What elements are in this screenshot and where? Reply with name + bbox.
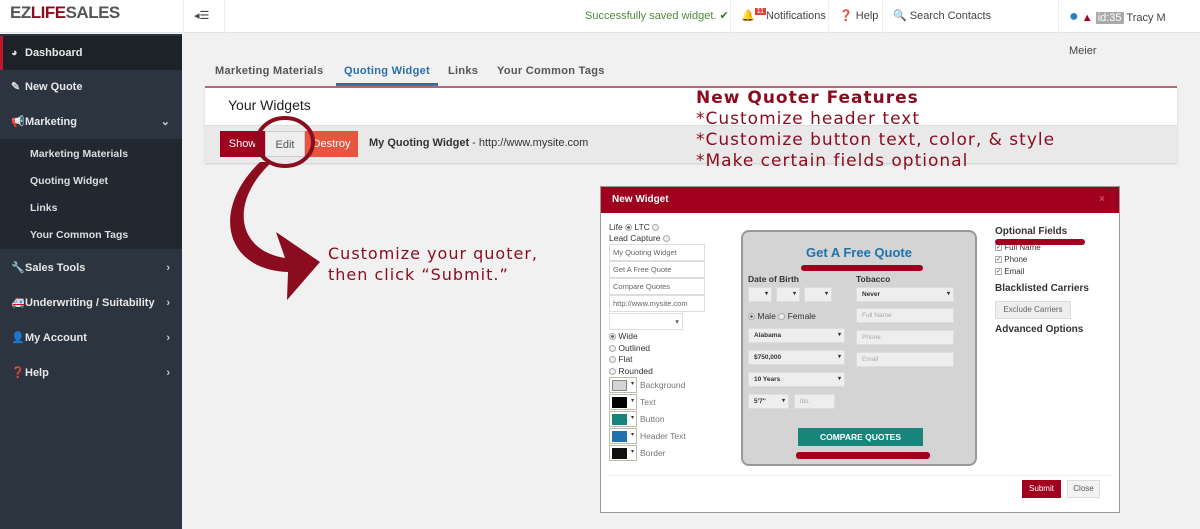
email-input[interactable]: Email <box>856 352 954 367</box>
style-flat[interactable]: Flat <box>609 354 633 364</box>
modal-header: New Widget × <box>601 187 1119 213</box>
dob-day-select[interactable]: ▾ <box>776 287 800 302</box>
phone-input[interactable]: Phone <box>856 330 954 345</box>
style-rounded[interactable]: Rounded <box>609 366 653 376</box>
underline-mark <box>801 265 923 271</box>
preview-title: Get A Free Quote <box>806 245 912 260</box>
height-select[interactable]: 5'7" ▾ <box>748 394 789 409</box>
tobacco-select[interactable]: Never ▾ <box>856 287 954 302</box>
optional-fields-title: Optional Fields <box>995 226 1068 237</box>
life-radio[interactable] <box>625 224 633 232</box>
style-wide[interactable]: Wide <box>609 331 638 341</box>
close-button[interactable]: Close <box>1067 480 1100 498</box>
term-select[interactable]: 10 Years ▾ <box>748 372 845 387</box>
gender-radios[interactable]: Male Female <box>748 311 816 321</box>
lead-capture-radio[interactable] <box>662 235 670 243</box>
dob-month-select[interactable]: ▾ <box>748 287 772 302</box>
optional-email[interactable]: ✓ Email <box>995 267 1024 276</box>
full-name-input[interactable]: Full Name <box>856 308 954 323</box>
header-text-input[interactable]: Get A Free Quote <box>609 261 705 278</box>
button-color-picker[interactable]: ▾ <box>609 411 637 427</box>
state-select[interactable]: Alabama ▾ <box>748 328 845 343</box>
border-color-picker[interactable]: ▾ <box>609 445 637 461</box>
text-color-picker[interactable]: ▾ <box>609 394 637 410</box>
widget-select[interactable]: ▾ <box>609 313 683 330</box>
advanced-options-link[interactable]: Advanced Options <box>995 324 1083 335</box>
background-color-picker[interactable]: ▾ <box>609 377 637 393</box>
blacklisted-carriers-title: Blacklisted Carriers <box>995 283 1089 294</box>
button-text-input[interactable]: Compare Quotes <box>609 278 705 295</box>
ltc-radio[interactable] <box>652 224 660 232</box>
amount-select[interactable]: $750,000 ▾ <box>748 350 845 365</box>
underline-mark <box>796 452 930 459</box>
submit-button[interactable]: Submit <box>1022 480 1061 498</box>
compare-quotes-button[interactable]: COMPARE QUOTES <box>798 428 923 446</box>
close-icon[interactable]: × <box>1099 187 1105 213</box>
optional-phone[interactable]: ✓ Phone <box>995 255 1027 264</box>
exclude-carriers-button[interactable]: Exclude Carriers <box>995 301 1071 319</box>
url-input[interactable]: http://www.mysite.com <box>609 295 705 312</box>
widget-type: Life LTC <box>609 222 660 232</box>
underline-mark <box>995 239 1085 245</box>
new-widget-modal: New Widget × Life LTC Lead Capture My Quo… <box>600 186 1120 513</box>
style-outlined[interactable]: Outlined <box>609 343 650 353</box>
header-text-color-picker[interactable]: ▾ <box>609 428 637 444</box>
curved-arrow-icon <box>230 162 320 300</box>
widget-name-input[interactable]: My Quoting Widget <box>609 244 705 261</box>
weight-input[interactable]: lbs. <box>794 394 835 409</box>
dob-year-select[interactable]: ▾ <box>804 287 832 302</box>
widget-preview: Get A Free Quote Date of Birth Tobacco ▾… <box>741 230 977 466</box>
edit-highlight-circle <box>255 116 315 168</box>
